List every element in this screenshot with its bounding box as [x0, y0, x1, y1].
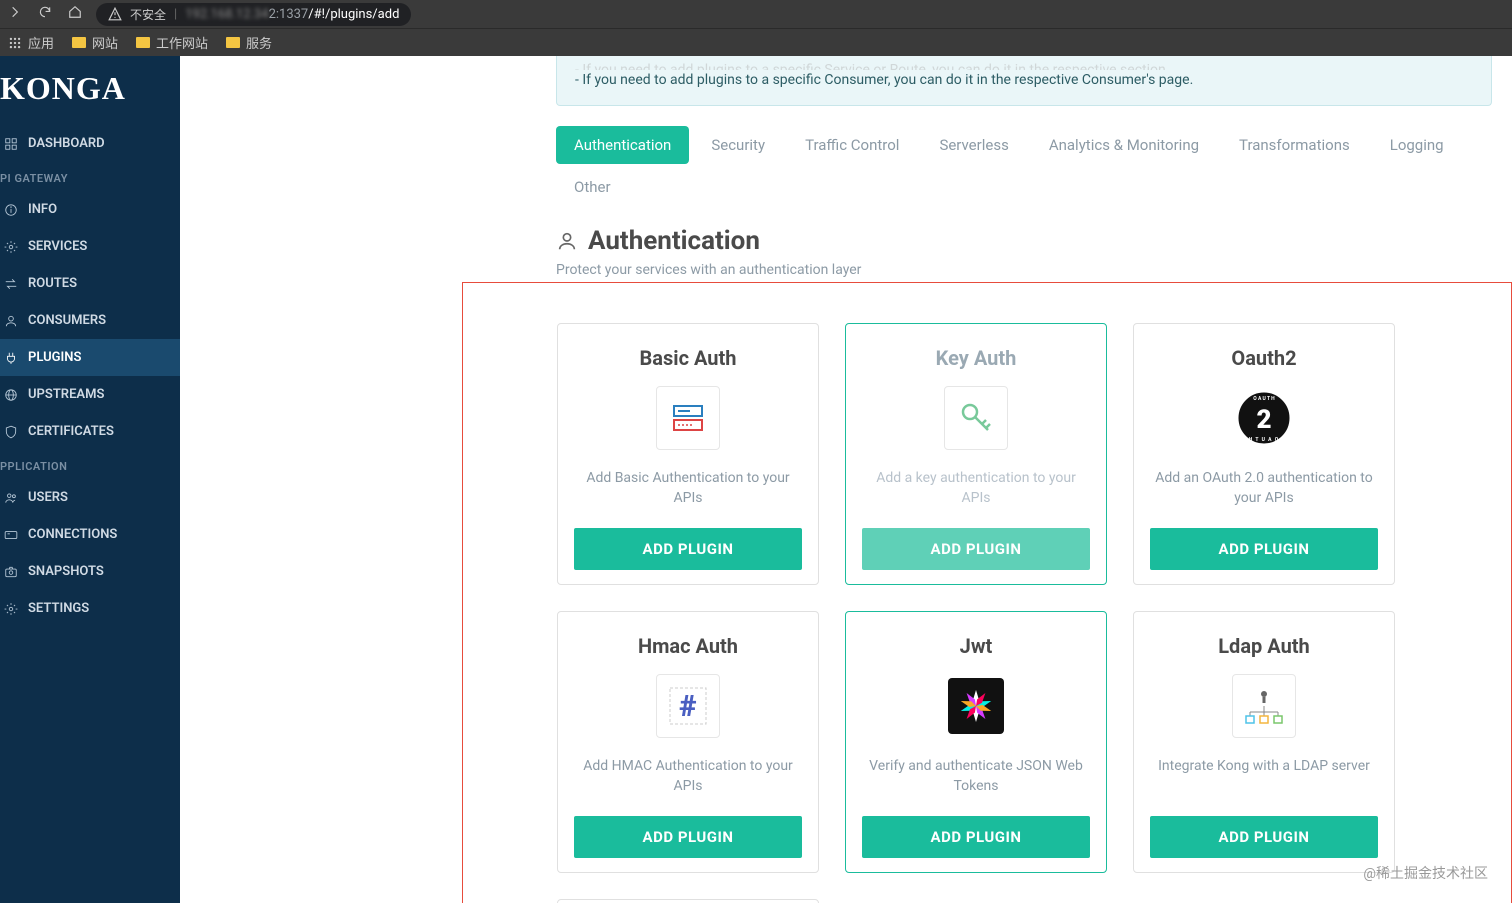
- section-title: Authentication: [588, 226, 760, 256]
- url-box[interactable]: 不安全 | 192.168.12.342:1337/#!/plugins/add: [96, 3, 411, 26]
- add-plugin-button[interactable]: ADD PLUGIN: [574, 816, 802, 858]
- apps-button[interactable]: 应用: [8, 33, 54, 52]
- section-subtitle: Protect your services with an authentica…: [556, 262, 1512, 278]
- sidebar-item-plugins[interactable]: PLUGINS: [0, 339, 180, 376]
- plugin-card-hmac-auth: Hmac Auth # Add HMAC Authentication to you…: [557, 611, 819, 873]
- plugin-title: Oauth2: [1231, 346, 1296, 370]
- sidebar-item-dashboard[interactable]: DASHBOARD: [0, 125, 180, 162]
- add-plugin-button[interactable]: ADD PLUGIN: [1150, 528, 1378, 570]
- plugin-icon: [944, 386, 1008, 450]
- plugin-title: Jwt: [960, 634, 993, 658]
- globe-icon: [4, 388, 18, 402]
- cog-icon: [4, 240, 18, 254]
- svg-text:#: #: [679, 689, 696, 724]
- apps-icon: [8, 36, 22, 50]
- plug-icon: [4, 351, 18, 365]
- plugin-title: Ldap Auth: [1218, 634, 1310, 658]
- add-plugin-button[interactable]: ADD PLUGIN: [1150, 816, 1378, 858]
- gear-icon: [4, 602, 18, 616]
- plugin-card-ldap-auth: Ldap Auth Integrate Kong with a LDAP serv…: [1133, 611, 1395, 873]
- bookmarks-bar: 应用 网站 工作网站 服务: [0, 28, 1512, 56]
- sidebar-item-consumers[interactable]: CONSUMERS: [0, 302, 180, 339]
- person-icon: [556, 230, 578, 252]
- user-icon: [4, 314, 18, 328]
- watermark: @稀土掘金技术社区: [1363, 863, 1488, 883]
- plugin-icon: O A U T H 2 H T U A O: [1232, 386, 1296, 450]
- link-icon: [4, 528, 18, 542]
- plugin-card-key-auth: Key Auth Add a key authentication to your…: [845, 323, 1107, 585]
- plugin-category-tabs: Authentication Security Traffic Control …: [556, 126, 1512, 206]
- reload-icon[interactable]: [38, 5, 52, 23]
- tab-logging[interactable]: Logging: [1372, 126, 1462, 164]
- folder-icon: [226, 37, 240, 48]
- tab-security[interactable]: Security: [693, 126, 783, 164]
- tab-analytics[interactable]: Analytics & Monitoring: [1031, 126, 1217, 164]
- svg-text:H T U A O: H T U A O: [1249, 437, 1279, 443]
- bookmark-folder[interactable]: 服务: [226, 33, 272, 52]
- highlighted-region: Basic Auth Add Basic Authentication to yo…: [462, 282, 1512, 903]
- plugin-icon: [1232, 674, 1296, 738]
- plugin-description: Add Basic Authentication to your APIs: [574, 468, 802, 510]
- plugin-description: Verify and authenticate JSON Web Tokens: [862, 756, 1090, 798]
- dashboard-icon: [4, 137, 18, 151]
- plugin-card-session: SessionSupport sessions for Kong Authent…: [557, 899, 819, 903]
- plugin-title: Key Auth: [936, 346, 1017, 370]
- plugin-description: Add HMAC Authentication to your APIs: [574, 756, 802, 798]
- plugin-icon: [944, 674, 1008, 738]
- plugin-title: Hmac Auth: [638, 634, 738, 658]
- tab-transformations[interactable]: Transformations: [1221, 126, 1368, 164]
- plugin-title: Basic Auth: [640, 346, 737, 370]
- plugin-icon: #: [656, 674, 720, 738]
- insecure-icon: [108, 7, 122, 21]
- tab-serverless[interactable]: Serverless: [921, 126, 1026, 164]
- insecure-label: 不安全: [130, 6, 166, 23]
- sidebar-item-routes[interactable]: ROUTES: [0, 265, 180, 302]
- sidebar: KONGA DASHBOARD PI GATEWAY INFO SERVICES…: [0, 56, 180, 903]
- sidebar-item-snapshots[interactable]: SNAPSHOTS: [0, 553, 180, 590]
- url-text: 192.168.12.342:1337/#!/plugins/add: [185, 7, 399, 22]
- tab-traffic-control[interactable]: Traffic Control: [787, 126, 917, 164]
- sidebar-section-application: PPLICATION: [0, 450, 180, 479]
- plugin-card-jwt: Jwt Verify and authenticate JSON Web Toke…: [845, 611, 1107, 873]
- forward-icon[interactable]: [8, 5, 22, 23]
- section-header: Authentication: [556, 226, 1512, 256]
- folder-icon: [72, 37, 86, 48]
- bookmark-folder[interactable]: 网站: [72, 33, 118, 52]
- sidebar-item-info[interactable]: INFO: [0, 191, 180, 228]
- sidebar-item-certificates[interactable]: CERTIFICATES: [0, 413, 180, 450]
- add-plugin-button[interactable]: ADD PLUGIN: [574, 528, 802, 570]
- sidebar-section-gateway: PI GATEWAY: [0, 162, 180, 191]
- add-plugin-button[interactable]: ADD PLUGIN: [862, 816, 1090, 858]
- plugin-description: Add a key authentication to your APIs: [862, 468, 1090, 510]
- tab-other[interactable]: Other: [556, 168, 629, 206]
- plugin-description: Integrate Kong with a LDAP server: [1158, 756, 1370, 798]
- main-content: - If you need to add plugins to a specif…: [180, 56, 1512, 903]
- logo: KONGA: [0, 56, 180, 125]
- sidebar-item-settings[interactable]: SETTINGS: [0, 590, 180, 627]
- exchange-icon: [4, 277, 18, 291]
- folder-icon: [136, 37, 150, 48]
- sidebar-item-services[interactable]: SERVICES: [0, 228, 180, 265]
- plugin-description: Add an OAuth 2.0 authentication to your …: [1150, 468, 1378, 510]
- svg-text:O A U T H: O A U T H: [1253, 396, 1275, 402]
- info-icon: [4, 203, 18, 217]
- info-banner: - If you need to add plugins to a specif…: [556, 56, 1492, 106]
- sidebar-item-users[interactable]: USERS: [0, 479, 180, 516]
- browser-address-bar: 不安全 | 192.168.12.342:1337/#!/plugins/add: [0, 0, 1512, 28]
- sidebar-item-connections[interactable]: CONNECTIONS: [0, 516, 180, 553]
- plugin-card-basic-auth: Basic Auth Add Basic Authentication to yo…: [557, 323, 819, 585]
- shield-icon: [4, 425, 18, 439]
- svg-text:2: 2: [1256, 405, 1271, 435]
- plugin-icon: [656, 386, 720, 450]
- bookmark-folder[interactable]: 工作网站: [136, 33, 208, 52]
- home-icon[interactable]: [68, 5, 82, 23]
- camera-icon: [4, 565, 18, 579]
- add-plugin-button[interactable]: ADD PLUGIN: [862, 528, 1090, 570]
- tab-authentication[interactable]: Authentication: [556, 126, 689, 164]
- sidebar-item-upstreams[interactable]: UPSTREAMS: [0, 376, 180, 413]
- users-icon: [4, 491, 18, 505]
- plugin-card-oauth2: Oauth2 O A U T H 2 H T U A O Add an OAuth 2.…: [1133, 323, 1395, 585]
